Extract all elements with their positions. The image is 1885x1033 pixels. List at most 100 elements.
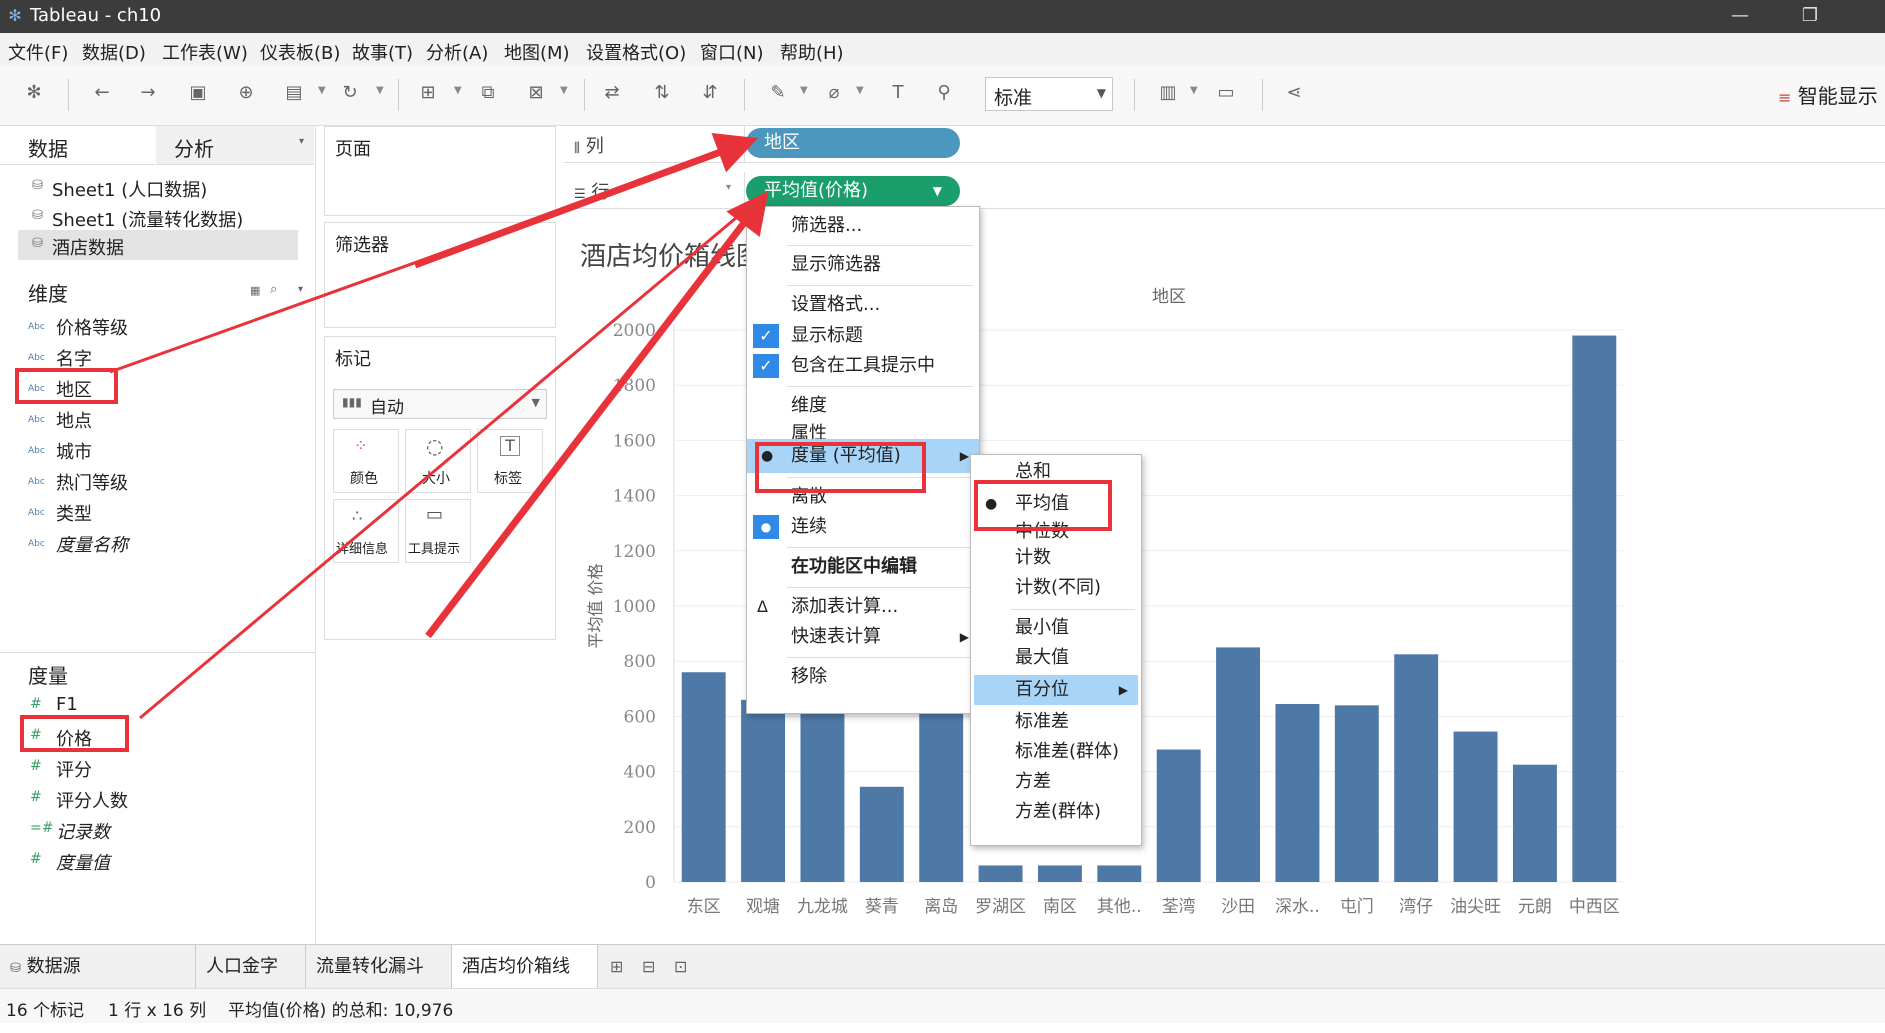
new-story-icon[interactable]: ⊡ <box>664 945 694 989</box>
dimension-field[interactable]: Abc 地点 <box>28 407 278 435</box>
bar[interactable] <box>1394 654 1439 882</box>
measure-field[interactable]: # 度量值 <box>28 849 278 877</box>
dimension-field[interactable]: Abc 热门等级 <box>28 469 278 497</box>
bar[interactable] <box>1512 764 1557 882</box>
menu-item-continuous[interactable]: ● 连续 <box>747 512 979 542</box>
bar[interactable] <box>1216 647 1261 882</box>
bar[interactable] <box>1097 865 1142 882</box>
bar[interactable] <box>1037 865 1082 882</box>
sort-asc-icon[interactable]: ⇅ <box>650 81 674 105</box>
sheet-tab-active[interactable]: 酒店均价箱线图 <box>452 945 598 1021</box>
bar[interactable] <box>859 786 904 882</box>
fit-select[interactable]: 标准 ▼ <box>985 77 1113 111</box>
minimize-icon[interactable]: — <box>1725 4 1755 28</box>
measure-field[interactable]: # 评分 <box>28 756 278 784</box>
detail-button[interactable]: ∴ 详细信息 <box>333 499 399 563</box>
size-button[interactable]: ◌ 大小 <box>405 429 471 493</box>
sort-desc-icon[interactable]: ⇵ <box>698 81 722 105</box>
menu-item-quick-table-calc[interactable]: 快速表计算 ▶ <box>747 622 979 652</box>
agg-item-percentile[interactable]: 百分位 ▶ <box>974 675 1138 705</box>
menu-story[interactable]: 故事(T) <box>352 39 413 65</box>
bar[interactable] <box>1275 703 1320 882</box>
bar[interactable] <box>1334 705 1379 882</box>
menu-item-show-header[interactable]: ✓ 显示标题 <box>747 321 979 351</box>
menu-item-format[interactable]: 设置格式... <box>747 290 979 320</box>
measure-field[interactable]: =# 记录数 <box>28 818 278 846</box>
menu-item-filter[interactable]: 筛选器... <box>747 211 979 241</box>
clear-sheet-icon[interactable]: ⊠ <box>524 81 548 105</box>
menu-dashboard[interactable]: 仪表板(B) <box>260 39 340 65</box>
smart-show-button[interactable]: ≡ 智能显示 <box>1778 80 1878 109</box>
duplicate-icon[interactable]: ⧉ <box>476 81 500 105</box>
menu-format[interactable]: 设置格式(O) <box>586 39 686 65</box>
new-datasource-icon[interactable]: ⊕ <box>234 81 258 105</box>
bar[interactable] <box>1156 749 1201 882</box>
rows-pill[interactable]: 平均值(价格) ▼ <box>746 176 960 206</box>
bar[interactable] <box>741 699 786 882</box>
bar[interactable] <box>681 672 726 882</box>
save-icon[interactable]: ▣ <box>186 81 210 105</box>
tab-datasource[interactable]: ⛁ 数据源 <box>0 945 196 989</box>
agg-item-max[interactable]: 最大值 <box>971 643 1141 673</box>
agg-item-min[interactable]: 最小值 <box>971 613 1141 643</box>
menu-item-include-tooltip[interactable]: ✓ 包含在工具提示中 <box>747 351 979 381</box>
swap-icon[interactable]: ⇄ <box>600 81 624 105</box>
columns-shelf[interactable]: ⫼ 列 地区 <box>564 126 1885 163</box>
rows-shelf[interactable]: ☰ 行 ▾ 平均值(价格) ▼ <box>564 172 1885 209</box>
dimension-field[interactable]: Abc 类型 <box>28 500 278 528</box>
measure-field[interactable]: # 评分人数 <box>28 787 278 815</box>
menu-data[interactable]: 数据(D) <box>82 39 146 65</box>
menu-help[interactable]: 帮助(H) <box>780 39 844 65</box>
mark-type-select[interactable]: ▮▮▮ 自动 ▼ <box>333 389 547 419</box>
bar[interactable] <box>978 865 1023 882</box>
menu-analysis[interactable]: 分析(A) <box>426 39 488 65</box>
pin-icon[interactable]: ⚲ <box>932 81 956 105</box>
new-worksheet-icon[interactable]: ⊞ <box>416 81 440 105</box>
redo-icon[interactable]: → <box>136 81 160 105</box>
menu-item-attribute[interactable]: 属性 <box>747 419 979 439</box>
agg-item-stdev-pop[interactable]: 标准差(群体) <box>971 737 1141 767</box>
datasource-item-active[interactable]: ⛁ 酒店数据 <box>18 230 298 260</box>
columns-pill[interactable]: 地区 <box>746 128 960 158</box>
pause-updates-icon[interactable]: ▤ <box>282 81 306 105</box>
sheet-tab[interactable]: 流量转化漏斗图 <box>306 945 452 1021</box>
menu-window[interactable]: 窗口(N) <box>700 39 764 65</box>
filters-card[interactable]: 筛选器 <box>324 222 556 328</box>
restore-icon[interactable]: ❐ <box>1795 4 1825 28</box>
share-icon[interactable]: ⋖ <box>1282 81 1306 105</box>
dimension-field[interactable]: Abc 价格等级 <box>28 314 278 342</box>
menu-file[interactable]: 文件(F) <box>8 39 68 65</box>
bar[interactable] <box>800 705 845 882</box>
dimension-field[interactable]: Abc 城市 <box>28 438 278 466</box>
menu-map[interactable]: 地图(M) <box>504 39 570 65</box>
tab-data[interactable]: 数据 <box>0 126 155 165</box>
menu-item-add-table-calc[interactable]: Δ 添加表计算... <box>747 592 979 622</box>
menu-item-remove[interactable]: 移除 <box>747 662 979 692</box>
tableau-home-icon[interactable]: ✻ <box>22 81 46 105</box>
agg-item-variance[interactable]: 方差 <box>971 767 1141 797</box>
bar[interactable] <box>1453 731 1498 882</box>
agg-item-count[interactable]: 计数 <box>971 543 1141 573</box>
dimension-field[interactable]: Abc 度量名称 <box>28 531 278 559</box>
agg-item-stdev[interactable]: 标准差 <box>971 707 1141 737</box>
bar[interactable] <box>1572 335 1617 882</box>
sheet-tab[interactable]: 人口金字塔 <box>196 945 306 1021</box>
show-cards-icon[interactable]: ▥ <box>1156 81 1180 105</box>
search-icon[interactable]: ⌕ <box>270 282 277 297</box>
new-dashboard-icon[interactable]: ⊟ <box>632 945 662 989</box>
datasource-item[interactable]: ⛁ Sheet1 (流量转化数据) <box>28 204 298 232</box>
menu-item-show-filter[interactable]: 显示筛选器 <box>747 250 979 280</box>
highlight-icon[interactable]: ✎ <box>766 81 790 105</box>
group-icon[interactable]: ⌀ <box>822 81 846 105</box>
presentation-icon[interactable]: ▭ <box>1214 81 1238 105</box>
label-button[interactable]: T 标签 <box>477 429 543 493</box>
tab-analysis[interactable]: 分析 ▾ <box>156 126 314 165</box>
undo-icon[interactable]: ← <box>90 81 114 105</box>
menu-item-dimension[interactable]: 维度 <box>747 391 979 421</box>
chevron-down-icon[interactable]: ▾ <box>298 284 303 295</box>
view-toggle-icon[interactable]: ▦ <box>250 284 260 297</box>
pages-card[interactable]: 页面 <box>324 126 556 216</box>
tooltip-button[interactable]: ▭ 工具提示 <box>405 499 471 563</box>
datasource-item[interactable]: ⛁ Sheet1 (人口数据) <box>28 174 298 202</box>
menu-worksheet[interactable]: 工作表(W) <box>162 39 248 65</box>
